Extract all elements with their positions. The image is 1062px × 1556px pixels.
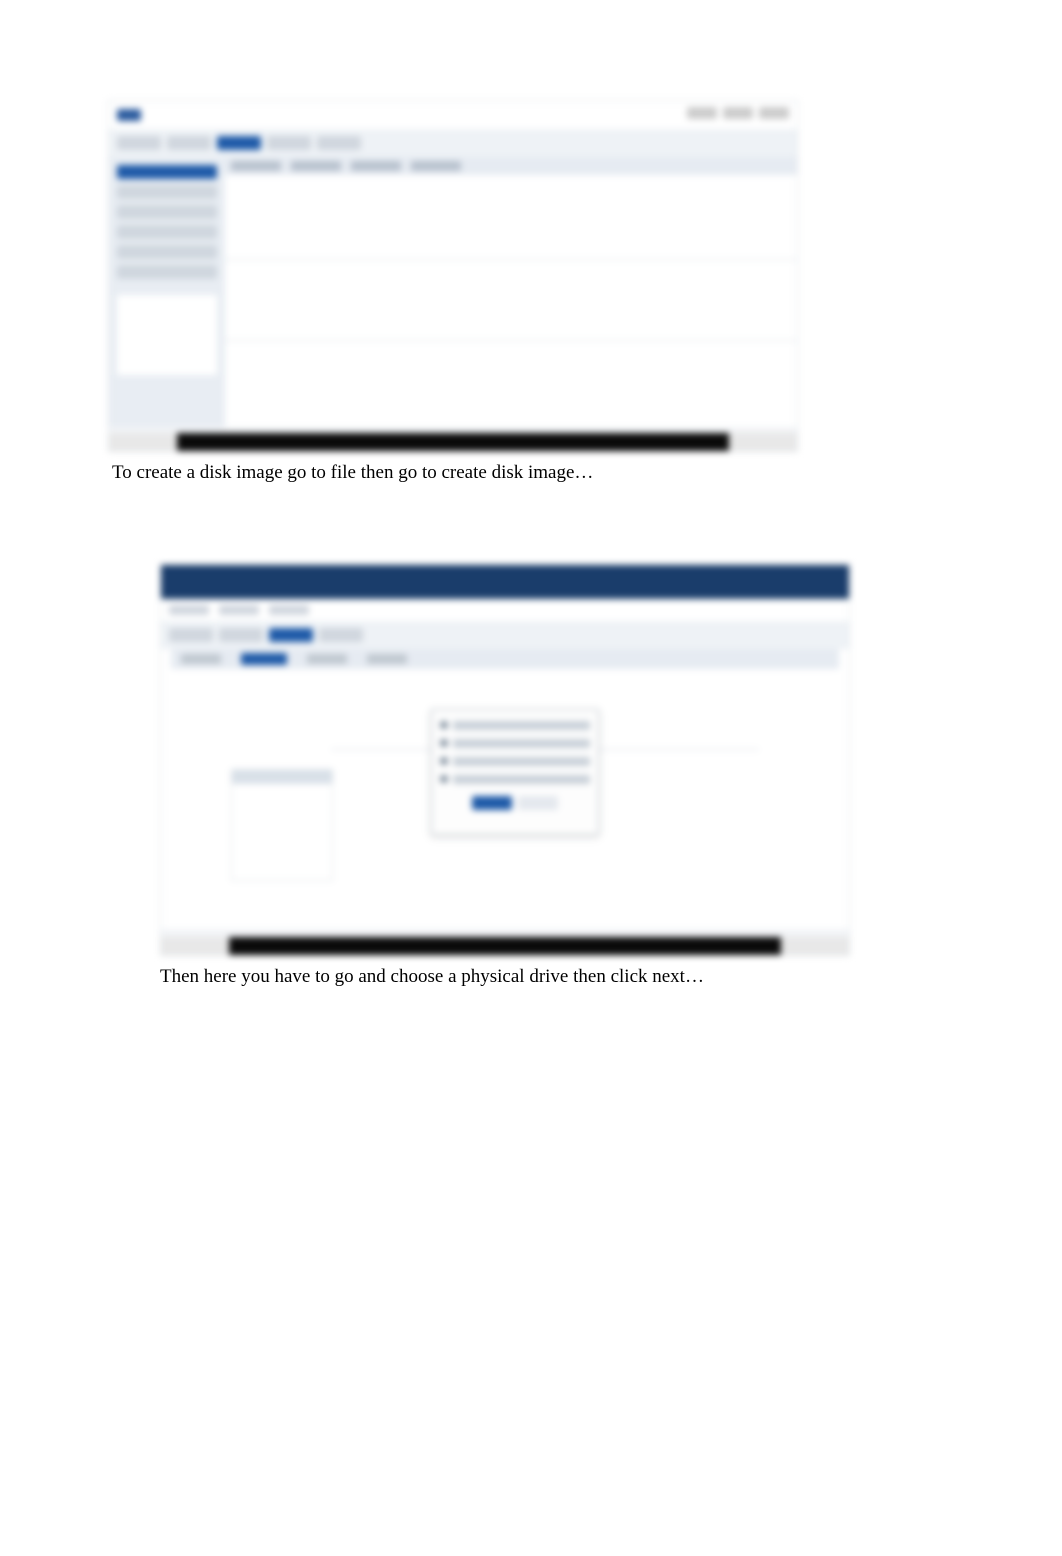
menu-item[interactable] bbox=[219, 605, 259, 615]
title-bar bbox=[109, 101, 797, 129]
sidebar bbox=[109, 157, 225, 427]
sidebar-item[interactable] bbox=[117, 225, 217, 239]
toolbar-button[interactable] bbox=[167, 136, 211, 150]
radio-label bbox=[453, 757, 590, 766]
radio-option[interactable] bbox=[440, 718, 590, 732]
toolbar bbox=[161, 621, 849, 649]
window-control[interactable] bbox=[723, 107, 753, 119]
side-panel bbox=[231, 769, 333, 881]
radio-label bbox=[453, 739, 590, 748]
content-area bbox=[225, 157, 797, 427]
app-window-1 bbox=[108, 100, 798, 452]
sidebar-item[interactable] bbox=[117, 265, 217, 279]
panel-label bbox=[232, 770, 332, 784]
radio-label bbox=[453, 775, 590, 784]
screenshot-2 bbox=[160, 564, 850, 956]
toolbar bbox=[109, 129, 797, 157]
caption-2: Then here you have to go and choose a ph… bbox=[160, 966, 1062, 988]
toolbar-button[interactable] bbox=[117, 136, 161, 150]
window-controls bbox=[687, 107, 789, 119]
toolbar-button-active[interactable] bbox=[269, 628, 313, 642]
sidebar-item[interactable] bbox=[117, 185, 217, 199]
menu-item[interactable] bbox=[269, 605, 309, 615]
toolbar-button[interactable] bbox=[317, 136, 361, 150]
choose-drive-dialog bbox=[431, 709, 599, 835]
sidebar-panel bbox=[117, 295, 217, 375]
radio-icon bbox=[440, 757, 448, 765]
cancel-button[interactable] bbox=[518, 796, 558, 810]
header-bar bbox=[171, 649, 839, 669]
app-window-2 bbox=[160, 564, 850, 956]
radio-icon bbox=[440, 739, 448, 747]
screenshot-1 bbox=[108, 100, 798, 452]
radio-option[interactable] bbox=[440, 772, 590, 786]
document-page: To create a disk image go to file then g… bbox=[0, 0, 1062, 1268]
window-control[interactable] bbox=[759, 107, 789, 119]
main-area bbox=[109, 157, 797, 427]
header-accent bbox=[241, 653, 287, 665]
title-bar-dark bbox=[161, 565, 849, 599]
radio-icon bbox=[440, 721, 448, 729]
toolbar-button-active[interactable] bbox=[217, 136, 261, 150]
toolbar-button[interactable] bbox=[267, 136, 311, 150]
caption-1: To create a disk image go to file then g… bbox=[112, 462, 1062, 484]
sidebar-item-selected[interactable] bbox=[117, 165, 217, 179]
content-pane bbox=[225, 260, 797, 341]
toolbar-button[interactable] bbox=[319, 628, 363, 642]
toolbar-button[interactable] bbox=[219, 628, 263, 642]
radio-option[interactable] bbox=[440, 736, 590, 750]
sidebar-item[interactable] bbox=[117, 245, 217, 259]
radio-option[interactable] bbox=[440, 754, 590, 768]
taskbar bbox=[177, 433, 729, 451]
window-control[interactable] bbox=[687, 107, 717, 119]
dialog-buttons bbox=[440, 796, 590, 810]
next-button[interactable] bbox=[472, 796, 512, 810]
taskbar bbox=[229, 937, 781, 955]
sidebar-item[interactable] bbox=[117, 205, 217, 219]
menu-item[interactable] bbox=[169, 605, 209, 615]
menu-bar bbox=[161, 599, 849, 621]
radio-label bbox=[453, 721, 590, 730]
content-header bbox=[225, 157, 797, 175]
content-pane bbox=[225, 179, 797, 260]
radio-icon bbox=[440, 775, 448, 783]
main-area bbox=[161, 649, 849, 929]
app-logo bbox=[117, 109, 141, 121]
toolbar-button[interactable] bbox=[169, 628, 213, 642]
